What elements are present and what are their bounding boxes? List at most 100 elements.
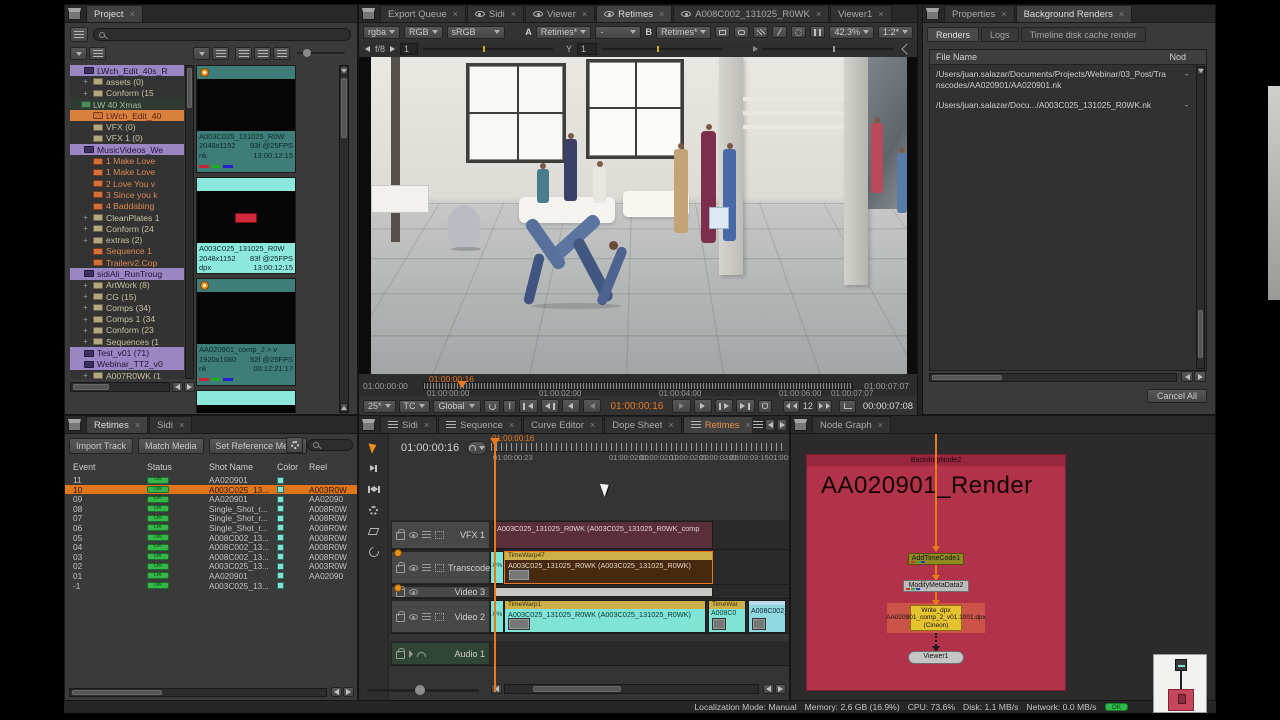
retimes-search-input[interactable]: [307, 439, 353, 451]
track-header-audio-1[interactable]: Audio 1: [391, 642, 490, 665]
file-name-column-header[interactable]: File Name: [936, 52, 977, 62]
gamma-icon[interactable]: [734, 26, 749, 38]
close-icon[interactable]: ×: [1119, 9, 1124, 19]
volume-icon[interactable]: [753, 46, 758, 52]
gear-icon[interactable]: [286, 437, 303, 453]
tree-item-cleanplates-1[interactable]: + CleanPlates 1: [70, 212, 184, 223]
boxy-icon[interactable]: [435, 564, 444, 572]
gamma-slider[interactable]: [602, 48, 722, 50]
close-icon[interactable]: ×: [424, 420, 429, 430]
clip-transcode[interactable]: TimeWarp47 A003C025_131025_R0WK (A003C025…: [504, 551, 713, 584]
thumb-sort-button[interactable]: [193, 47, 210, 60]
expand-toggle-icon[interactable]: -: [72, 145, 81, 154]
expand-toggle-icon[interactable]: +: [81, 303, 90, 312]
clip-transcode-head[interactable]: .0%: [490, 551, 504, 584]
table-row[interactable]: 06 OK Single_Shot_r... A008R0W: [65, 523, 357, 533]
expand-toggle-icon[interactable]: +: [81, 337, 90, 346]
step-fwd-button[interactable]: [672, 399, 690, 413]
column-header-reel[interactable]: Reel: [309, 462, 357, 472]
close-icon[interactable]: ×: [590, 420, 595, 430]
skip-frames-value[interactable]: 12: [803, 401, 813, 411]
table-row[interactable]: -1 OK A003C025_13...: [65, 581, 357, 591]
tree-item-4-baddabing[interactable]: 4 Baddabing: [70, 201, 184, 212]
thumb-lines-button[interactable]: [273, 47, 290, 60]
table-row[interactable]: 04 OK A008C002_13... A008R0W: [65, 542, 357, 552]
button-import-track[interactable]: Import Track: [69, 438, 133, 454]
tab-retimes[interactable]: Retimes ×: [683, 416, 752, 433]
button-match-media[interactable]: Match Media: [138, 438, 204, 454]
tc-mode-select[interactable]: TC: [399, 400, 430, 413]
thumbnail-card[interactable]: A003C025_131025_R0W 2048x1152 93f @25FPS nk…: [196, 65, 296, 173]
fstop-down-icon[interactable]: [365, 46, 370, 52]
viewer-playhead-marker[interactable]: [457, 381, 467, 388]
retimes-scroll-left-icon[interactable]: [331, 687, 342, 697]
close-icon[interactable]: ×: [668, 420, 673, 430]
tab-sidi[interactable]: Sidi ×: [149, 416, 192, 433]
table-row[interactable]: 11 OK AA020901: [65, 475, 357, 485]
tree-item-2-love-you-v[interactable]: 2 Love You v: [70, 178, 184, 189]
renders-scroll-left-icon[interactable]: [1181, 371, 1193, 382]
node-graph-minimap[interactable]: [1153, 654, 1207, 713]
layer-select[interactable]: RGB: [404, 26, 443, 39]
thumb-grid-button[interactable]: [235, 47, 252, 60]
play-back-button[interactable]: [562, 399, 580, 413]
table-row[interactable]: 09 OK AA020901 AA02090: [65, 494, 357, 504]
subtab-renders[interactable]: Renders: [927, 27, 979, 42]
expand-toggle-icon[interactable]: +: [81, 326, 90, 335]
track-header-transcode[interactable]: Transcode: [391, 551, 490, 584]
close-icon[interactable]: ×: [511, 9, 516, 19]
tree-item-lwch-edit-40s-r[interactable]: - LWch_Edit_40s_R: [70, 65, 184, 76]
timeline-scroll-right-icon[interactable]: [775, 684, 786, 694]
expand-toggle-icon[interactable]: +: [81, 281, 90, 290]
retimes-hscrollbar[interactable]: [69, 688, 327, 697]
tree-scroll-left-icon[interactable]: [172, 382, 183, 392]
close-icon[interactable]: ×: [179, 420, 184, 430]
gain-slider[interactable]: [423, 48, 553, 50]
timeline-scroll-left-icon[interactable]: [491, 684, 502, 694]
close-icon[interactable]: ×: [509, 420, 514, 430]
layers-icon[interactable]: [422, 564, 431, 572]
pane-icon[interactable]: [362, 419, 375, 431]
table-row[interactable]: 07 OK Single_Shot_r... A008R0W: [65, 513, 357, 523]
eye-icon[interactable]: [409, 589, 418, 595]
input-a-select[interactable]: Retimes*: [536, 26, 592, 39]
close-icon[interactable]: ×: [1001, 9, 1006, 19]
cancel-all-button[interactable]: Cancel All: [1147, 389, 1207, 403]
project-search-input[interactable]: [93, 28, 351, 41]
timeline-chart-icon[interactable]: [839, 400, 856, 413]
volume-slider[interactable]: [763, 48, 893, 50]
tree-item-sequences-1[interactable]: + Sequences (1: [70, 336, 184, 347]
thumbnail-card[interactable]: A003C025_131025_R0W 2048x1152 83f @25FPS dp…: [196, 177, 296, 274]
tree-item-comps-1-34[interactable]: + Comps 1 (34: [70, 314, 184, 325]
blend-select[interactable]: -: [595, 26, 641, 39]
eyedropper-icon[interactable]: [901, 43, 912, 54]
eye-icon[interactable]: [409, 614, 418, 620]
tree-item-conform-24[interactable]: + Conform (24: [70, 223, 184, 234]
node-modifymetadata[interactable]: ModifyMetaData2: [903, 580, 969, 592]
tree-item-musicvideos-we[interactable]: - MusicVideos_We: [70, 144, 184, 155]
lock-icon[interactable]: [396, 532, 405, 540]
fstop-up-icon[interactable]: [390, 46, 395, 52]
node-graph-canvas[interactable]: BackdropNode2 AA020901_Render AddTimeCod…: [791, 434, 1215, 700]
fps-select[interactable]: 25*: [363, 400, 396, 413]
clip-a008-2[interactable]: A008C002_13: [748, 600, 786, 633]
lock-icon[interactable]: [396, 614, 405, 622]
renders-scroll-right-icon[interactable]: [1194, 371, 1206, 382]
thumb-detail-button[interactable]: [254, 47, 271, 60]
node-addtimecode[interactable]: AddTimeCode1: [908, 553, 964, 565]
channels-select[interactable]: rgba: [363, 26, 400, 39]
zebra-icon[interactable]: [753, 26, 768, 38]
tab-scroll-left-icon[interactable]: [765, 419, 775, 431]
tree-item-sequence-1[interactable]: Sequence 1: [70, 246, 184, 257]
thumb-size-slider[interactable]: [297, 52, 345, 54]
track-header-video-2[interactable]: Video 2: [391, 600, 490, 633]
node-viewer1[interactable]: Viewer1: [908, 651, 964, 664]
table-row[interactable]: 10 OK A003C025_13... A003R0W: [65, 485, 357, 495]
close-icon[interactable]: ×: [746, 420, 751, 430]
skip-fwd-icon[interactable]: [816, 400, 833, 413]
table-row[interactable]: 05 OK A008C002_13... A008R0W: [65, 533, 357, 543]
viewer-image-area[interactable]: [359, 57, 917, 374]
zoom-select[interactable]: 42.3%: [829, 26, 874, 39]
go-end-button[interactable]: [736, 399, 754, 413]
column-header-status[interactable]: Status: [147, 462, 209, 472]
